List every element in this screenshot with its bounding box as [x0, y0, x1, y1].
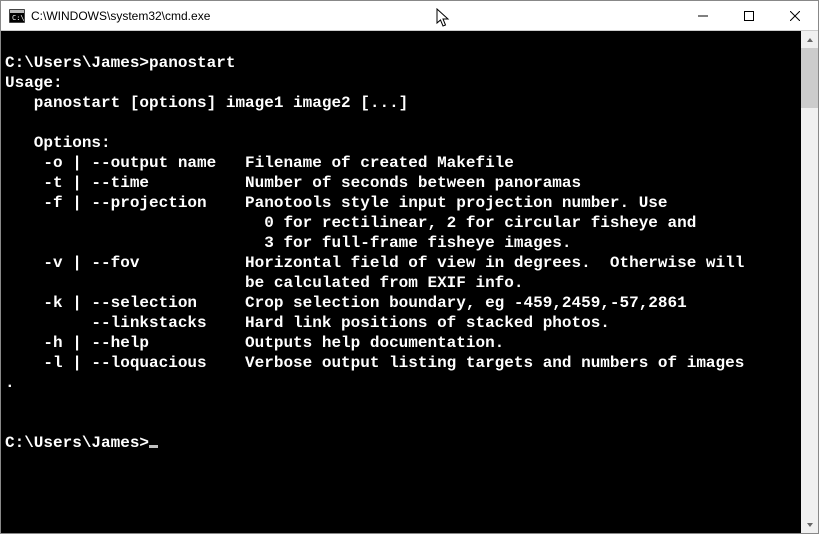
text-cursor: [149, 445, 158, 448]
prompt-command: panostart: [149, 54, 235, 72]
terminal-area: C:\Users\James>panostartUsage: panostart…: [1, 31, 818, 533]
prompt-path: C:\Users\James>: [5, 434, 149, 452]
maximize-button[interactable]: [726, 1, 772, 31]
option-line: -f | --projection Panotools style input …: [5, 193, 795, 213]
blank-line: [5, 33, 795, 53]
option-line: 3 for full-frame fisheye images.: [5, 233, 795, 253]
option-line: -h | --help Outputs help documentation.: [5, 333, 795, 353]
option-line: 0 for rectilinear, 2 for circular fishey…: [5, 213, 795, 233]
option-line: -v | --fov Horizontal field of view in d…: [5, 253, 795, 273]
usage-line: panostart [options] image1 image2 [...]: [5, 93, 795, 113]
window-title: C:\WINDOWS\system32\cmd.exe: [31, 9, 210, 23]
vertical-scrollbar[interactable]: [801, 31, 818, 533]
dot-line: .: [5, 373, 795, 393]
option-line: -l | --loquacious Verbose output listing…: [5, 353, 795, 373]
blank-line: [5, 413, 795, 433]
minimize-button[interactable]: [680, 1, 726, 31]
blank-line: [5, 393, 795, 413]
terminal-output[interactable]: C:\Users\James>panostartUsage: panostart…: [1, 31, 801, 533]
option-line: --linkstacks Hard link positions of stac…: [5, 313, 795, 333]
option-line: be calculated from EXIF info.: [5, 273, 795, 293]
scroll-down-button[interactable]: [801, 516, 818, 533]
scrollbar-thumb[interactable]: [801, 48, 818, 108]
prompt-line: C:\Users\James>: [5, 433, 795, 453]
option-line: -o | --output name Filename of created M…: [5, 153, 795, 173]
option-line: -k | --selection Crop selection boundary…: [5, 293, 795, 313]
close-button[interactable]: [772, 1, 818, 31]
scrollbar-track[interactable]: [801, 48, 818, 516]
svg-text:C:\: C:\: [12, 14, 25, 22]
usage-label: Usage:: [5, 73, 795, 93]
option-line: -t | --time Number of seconds between pa…: [5, 173, 795, 193]
scroll-up-button[interactable]: [801, 31, 818, 48]
prompt-line: C:\Users\James>panostart: [5, 53, 795, 73]
prompt-path: C:\Users\James>: [5, 54, 149, 72]
blank-line: [5, 113, 795, 133]
cmd-icon: C:\: [9, 9, 25, 23]
options-label: Options:: [5, 133, 795, 153]
titlebar: C:\ C:\WINDOWS\system32\cmd.exe: [1, 1, 818, 31]
